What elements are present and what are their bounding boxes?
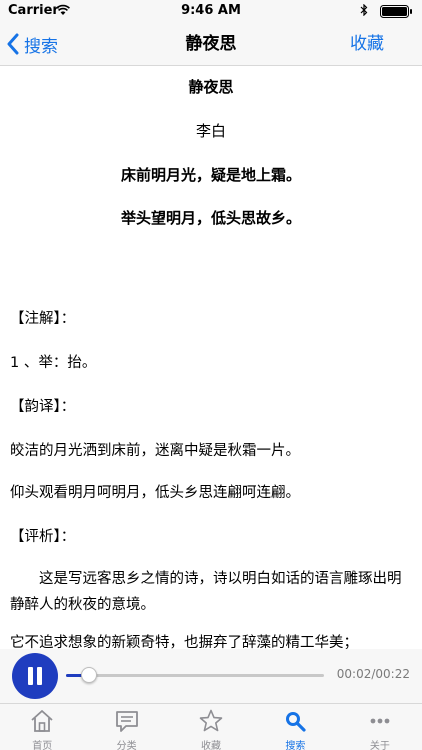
tab-about[interactable]: 关于 <box>338 704 422 750</box>
tab-label: 搜索 <box>285 741 306 750</box>
tab-favorites[interactable]: 收藏 <box>169 704 253 750</box>
progress-thumb[interactable] <box>81 667 98 683</box>
category-icon <box>115 711 138 732</box>
star-icon <box>199 709 223 732</box>
home-icon <box>31 710 53 732</box>
navigation-bar: 搜索 静夜思 收藏 <box>0 22 422 66</box>
translation-heading: 【韵译】： <box>10 399 76 415</box>
favorite-button[interactable]: 收藏 <box>350 22 384 66</box>
tab-label: 收藏 <box>201 741 222 750</box>
search-icon <box>286 712 307 732</box>
annotation-heading: 【注解】： <box>10 311 76 327</box>
more-icon <box>370 718 390 724</box>
back-button-label: 搜索 <box>24 36 58 57</box>
poem-line: 举头望明月，低头思故乡。 <box>120 209 301 227</box>
tab-category[interactable]: 分类 <box>84 704 168 750</box>
annotation-item: 1 、举：抬。 <box>10 355 97 371</box>
analysis-paragraph-partial: 它不追求想象的新颖奇特，也摒弃了辞藻的精工华美； <box>10 635 358 649</box>
analysis-paragraph: 这是写远客思乡之情的诗，诗以明白如话的语言雕琢出明静醉人的秋夜的意境。 <box>10 571 402 613</box>
analysis-heading: 【评析】： <box>10 529 76 545</box>
tab-label: 关于 <box>369 741 390 750</box>
status-bar: Carrier 9:46 AM <box>0 0 422 22</box>
audio-player: 00:02/00:22 <box>0 649 422 703</box>
chevron-left-icon <box>7 33 19 55</box>
playback-time: 00:02/00:22 <box>336 667 410 681</box>
progress-slider[interactable] <box>66 674 324 677</box>
tab-label: 首页 <box>32 741 53 750</box>
pause-button[interactable] <box>12 653 58 699</box>
translation-line: 仰头观看明月呵明月，低头乡思连翩呵连翩。 <box>10 485 300 501</box>
tab-bar: 首页 分类 收藏 搜索 关于 <box>0 703 422 750</box>
pause-icon <box>28 667 33 685</box>
bluetooth-icon <box>360 4 368 16</box>
poem-title: 静夜思 <box>188 78 234 96</box>
status-time: 9:46 AM <box>181 3 241 18</box>
poem-author: 李白 <box>195 122 226 140</box>
poem-line: 床前明月光，疑是地上霜。 <box>120 166 301 184</box>
battery-icon <box>380 5 412 18</box>
poem-content[interactable]: 静夜思 李白 床前明月光，疑是地上霜。 举头望明月，低头思故乡。 【注解】： 1… <box>0 66 422 649</box>
pause-icon-bar <box>37 667 42 685</box>
back-button[interactable]: 搜索 <box>6 22 58 66</box>
tab-label: 分类 <box>116 741 137 750</box>
translation-line: 皎洁的月光洒到床前，迷离中疑是秋霜一片。 <box>10 443 300 459</box>
tab-home[interactable]: 首页 <box>0 704 84 750</box>
tab-search[interactable]: 搜索 <box>253 704 337 750</box>
